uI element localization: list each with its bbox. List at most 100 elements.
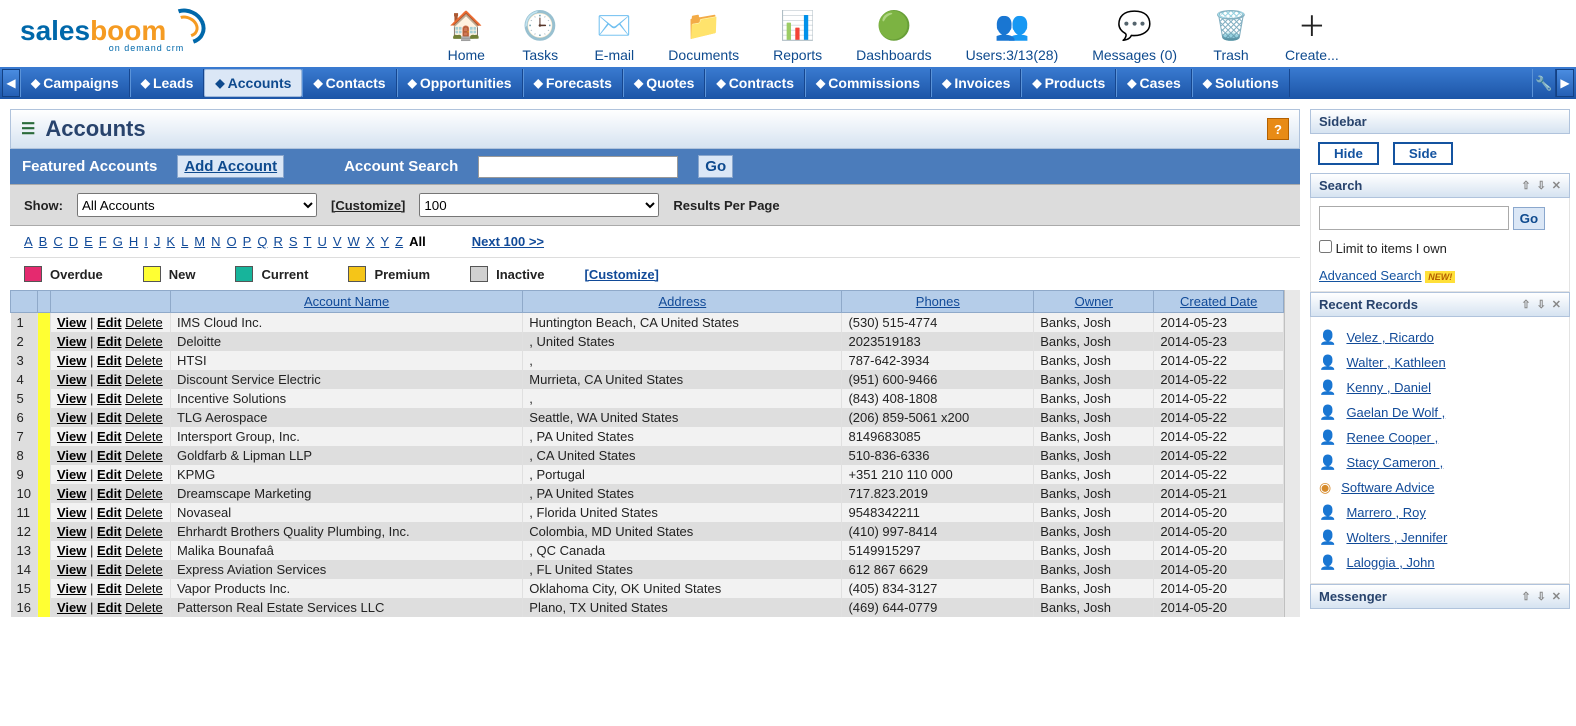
recent-record-item[interactable]: 👤Stacy Cameron , bbox=[1319, 450, 1561, 475]
alpha-E[interactable]: E bbox=[84, 234, 93, 249]
col-phones[interactable]: Phones bbox=[842, 291, 1034, 313]
edit-link[interactable]: Edit bbox=[97, 581, 122, 596]
alpha-D[interactable]: D bbox=[69, 234, 78, 249]
edit-link[interactable]: Edit bbox=[97, 467, 122, 482]
recent-record-link[interactable]: Renee Cooper , bbox=[1346, 430, 1438, 445]
top-tasks[interactable]: 🕒Tasks bbox=[520, 5, 560, 63]
recent-record-item[interactable]: 👤Wolters , Jennifer bbox=[1319, 525, 1561, 550]
account-search-go[interactable]: Go bbox=[698, 155, 733, 178]
nav-commissions[interactable]: ◆Commissions bbox=[805, 69, 931, 97]
panel-up-icon[interactable]: ⇧ bbox=[1521, 590, 1530, 603]
top-documents[interactable]: 📁Documents bbox=[668, 5, 739, 63]
recent-record-item[interactable]: 👤Gaelan De Wolf , bbox=[1319, 400, 1561, 425]
sidebar-hide-button[interactable]: Hide bbox=[1318, 142, 1379, 165]
limit-own-checkbox[interactable] bbox=[1319, 240, 1332, 253]
view-link[interactable]: View bbox=[57, 600, 86, 615]
panel-up-icon[interactable]: ⇧ bbox=[1521, 179, 1530, 192]
recent-record-item[interactable]: 👤Kenny , Daniel bbox=[1319, 375, 1561, 400]
nav-solutions[interactable]: ◆Solutions bbox=[1192, 69, 1290, 97]
alpha-G[interactable]: G bbox=[113, 234, 123, 249]
recent-record-item[interactable]: 👤Velez , Ricardo bbox=[1319, 325, 1561, 350]
edit-link[interactable]: Edit bbox=[97, 600, 122, 615]
alpha-Q[interactable]: Q bbox=[257, 234, 267, 249]
recent-record-link[interactable]: Wolters , Jennifer bbox=[1346, 530, 1447, 545]
alpha-R[interactable]: R bbox=[273, 234, 282, 249]
nav-forecasts[interactable]: ◆Forecasts bbox=[523, 69, 623, 97]
view-link[interactable]: View bbox=[57, 334, 86, 349]
alpha-Z[interactable]: Z bbox=[395, 234, 403, 249]
alpha-N[interactable]: N bbox=[211, 234, 220, 249]
edit-link[interactable]: Edit bbox=[97, 391, 122, 406]
account-search-input[interactable] bbox=[478, 156, 678, 178]
recent-record-link[interactable]: Stacy Cameron , bbox=[1346, 455, 1443, 470]
alpha-F[interactable]: F bbox=[99, 234, 107, 249]
delete-link[interactable]: Delete bbox=[125, 562, 163, 577]
edit-link[interactable]: Edit bbox=[97, 486, 122, 501]
recent-record-item[interactable]: 👤Marrero , Roy bbox=[1319, 500, 1561, 525]
panel-close-icon[interactable]: ✕ bbox=[1552, 590, 1561, 603]
view-link[interactable]: View bbox=[57, 486, 86, 501]
view-link[interactable]: View bbox=[57, 524, 86, 539]
panel-up-icon[interactable]: ⇧ bbox=[1521, 298, 1530, 311]
edit-link[interactable]: Edit bbox=[97, 410, 122, 425]
alpha-S[interactable]: S bbox=[289, 234, 298, 249]
col-account-name[interactable]: Account Name bbox=[170, 291, 522, 313]
nav-contacts[interactable]: ◆Contacts bbox=[302, 69, 396, 97]
view-link[interactable]: View bbox=[57, 391, 86, 406]
recent-record-link[interactable]: Walter , Kathleen bbox=[1346, 355, 1445, 370]
top-reports[interactable]: 📊Reports bbox=[773, 5, 822, 63]
view-link[interactable]: View bbox=[57, 429, 86, 444]
alpha-X[interactable]: X bbox=[366, 234, 375, 249]
col-created-date[interactable]: Created Date bbox=[1154, 291, 1284, 313]
view-link[interactable]: View bbox=[57, 315, 86, 330]
col-address[interactable]: Address bbox=[523, 291, 842, 313]
nav-campaigns[interactable]: ◆Campaigns bbox=[20, 69, 130, 97]
recent-record-item[interactable]: 👤Laloggia , John bbox=[1319, 550, 1561, 575]
help-button[interactable]: ? bbox=[1267, 118, 1289, 140]
top-messages-[interactable]: 💬Messages (0) bbox=[1092, 5, 1177, 63]
panel-close-icon[interactable]: ✕ bbox=[1552, 298, 1561, 311]
alpha-P[interactable]: P bbox=[243, 234, 252, 249]
delete-link[interactable]: Delete bbox=[125, 486, 163, 501]
recent-record-link[interactable]: Marrero , Roy bbox=[1346, 505, 1425, 520]
recent-record-item[interactable]: 👤Renee Cooper , bbox=[1319, 425, 1561, 450]
nav-accounts[interactable]: ◆Accounts bbox=[204, 69, 302, 97]
nav-products[interactable]: ◆Products bbox=[1021, 69, 1116, 97]
edit-link[interactable]: Edit bbox=[97, 429, 122, 444]
delete-link[interactable]: Delete bbox=[125, 543, 163, 558]
view-link[interactable]: View bbox=[57, 505, 86, 520]
alpha-L[interactable]: L bbox=[181, 234, 188, 249]
edit-link[interactable]: Edit bbox=[97, 448, 122, 463]
delete-link[interactable]: Delete bbox=[125, 410, 163, 425]
delete-link[interactable]: Delete bbox=[125, 467, 163, 482]
panel-close-icon[interactable]: ✕ bbox=[1552, 179, 1561, 192]
delete-link[interactable]: Delete bbox=[125, 581, 163, 596]
recent-record-item[interactable]: ◉Software Advice bbox=[1319, 475, 1561, 500]
edit-link[interactable]: Edit bbox=[97, 372, 122, 387]
edit-link[interactable]: Edit bbox=[97, 505, 122, 520]
advanced-search-link[interactable]: Advanced Search bbox=[1319, 268, 1422, 283]
alpha-T[interactable]: T bbox=[304, 234, 312, 249]
customize-filter-link[interactable]: [Customize] bbox=[331, 198, 405, 213]
alpha-W[interactable]: W bbox=[348, 234, 360, 249]
alpha-A[interactable]: A bbox=[24, 234, 33, 249]
nav-scroll-left[interactable]: ◀ bbox=[2, 69, 20, 97]
nav-cases[interactable]: ◆Cases bbox=[1116, 69, 1192, 97]
nav-contracts[interactable]: ◆Contracts bbox=[705, 69, 805, 97]
top-home[interactable]: 🏠Home bbox=[446, 5, 486, 63]
delete-link[interactable]: Delete bbox=[125, 448, 163, 463]
logo[interactable]: salesboom on demand crm bbox=[20, 5, 206, 53]
delete-link[interactable]: Delete bbox=[125, 372, 163, 387]
edit-link[interactable]: Edit bbox=[97, 562, 122, 577]
delete-link[interactable]: Delete bbox=[125, 353, 163, 368]
alpha-B[interactable]: B bbox=[39, 234, 48, 249]
edit-link[interactable]: Edit bbox=[97, 543, 122, 558]
perpage-select[interactable]: 100 bbox=[419, 193, 659, 217]
view-link[interactable]: View bbox=[57, 448, 86, 463]
add-account-button[interactable]: Add Account bbox=[177, 155, 284, 178]
panel-pin-icon[interactable]: ⇩ bbox=[1537, 590, 1546, 603]
top-e-mail[interactable]: ✉️E-mail bbox=[594, 5, 634, 63]
delete-link[interactable]: Delete bbox=[125, 315, 163, 330]
view-link[interactable]: View bbox=[57, 467, 86, 482]
alpha-U[interactable]: U bbox=[317, 234, 326, 249]
